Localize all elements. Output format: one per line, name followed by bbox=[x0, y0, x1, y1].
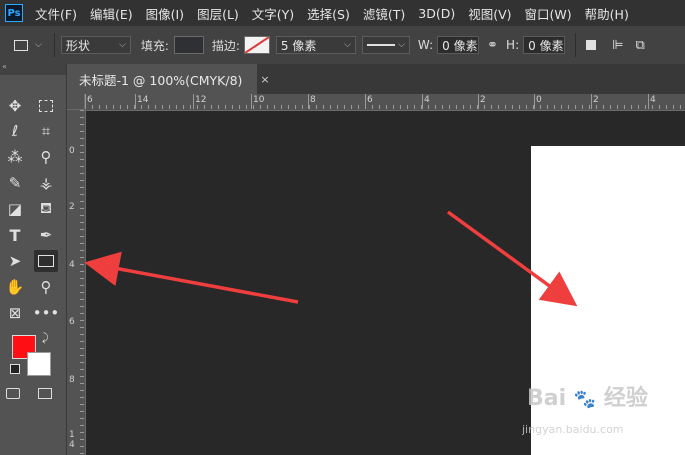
watermark-brand-suffix: 经验 bbox=[603, 386, 648, 411]
watermark-url: jingyan.baidu.com bbox=[522, 423, 624, 436]
paw-icon: 🐾 bbox=[573, 389, 597, 410]
arrow-to-document-canvas bbox=[446, 210, 578, 307]
arrow-to-rectangle-tool bbox=[84, 251, 299, 304]
baidu-jingyan-watermark: Bai 🐾 经验 bbox=[527, 380, 685, 450]
watermark-brand: Bai bbox=[527, 386, 567, 411]
